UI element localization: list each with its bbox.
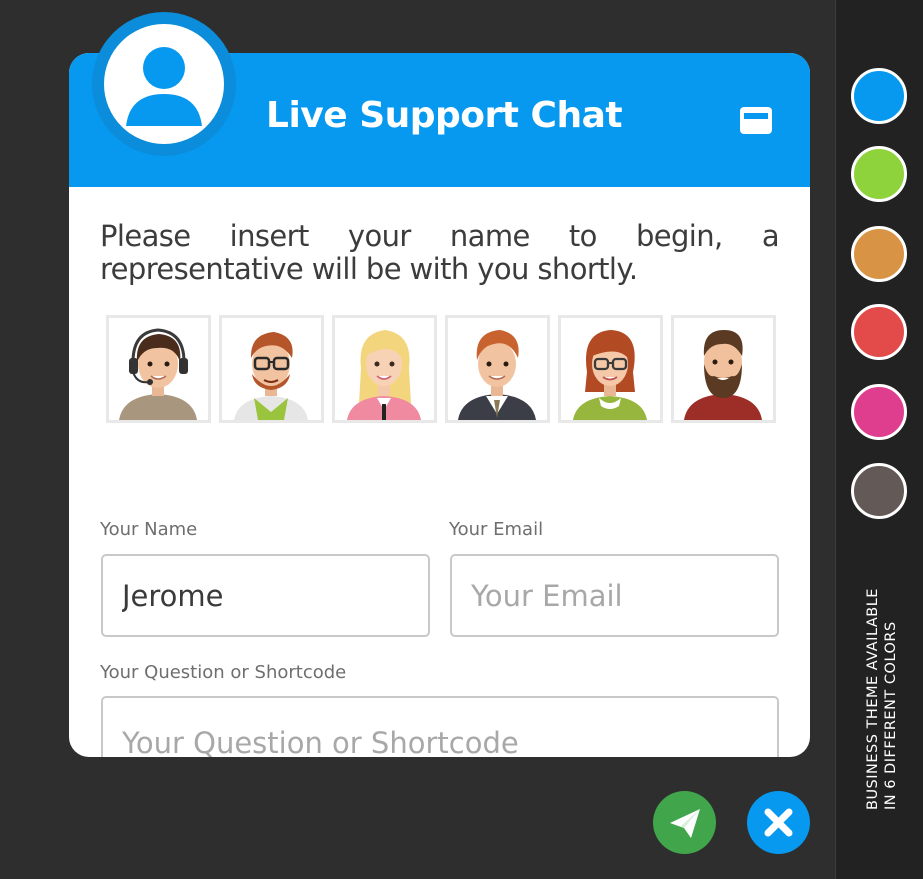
agent-bearded[interactable]	[671, 315, 776, 423]
minimize-window-icon[interactable]	[740, 107, 772, 134]
theme-color-panel: Business theme available in 6 different …	[835, 0, 923, 879]
email-field[interactable]	[450, 554, 779, 637]
name-field[interactable]	[101, 554, 430, 637]
email-label: Your Email	[449, 519, 544, 540]
theme-swatch-pink[interactable]	[851, 384, 907, 440]
chat-widget: Live Support Chat Please insert your nam…	[69, 53, 810, 757]
theme-swatch-blue[interactable]	[851, 68, 907, 124]
chat-body: Please insert your name to begin, a repr…	[69, 187, 810, 757]
agent-suit[interactable]	[445, 315, 550, 423]
send-button[interactable]	[653, 791, 716, 854]
intro-text: Please insert your name to begin, a repr…	[100, 219, 780, 286]
agent-glasses-beard[interactable]	[219, 315, 324, 423]
user-icon	[104, 24, 224, 144]
paper-plane-icon	[670, 809, 700, 838]
theme-swatch-brown[interactable]	[851, 463, 907, 519]
chat-title: Live Support Chat	[266, 95, 623, 136]
agent-headset[interactable]	[106, 315, 211, 423]
avatar	[92, 12, 236, 156]
theme-caption-line2: in 6 different colors	[883, 621, 899, 810]
theme-swatch-red[interactable]	[851, 304, 907, 360]
close-icon	[764, 808, 793, 837]
question-label: Your Question or Shortcode	[100, 662, 347, 683]
close-button[interactable]	[747, 791, 810, 854]
theme-caption: Business theme available in 6 different …	[864, 550, 900, 810]
theme-swatch-green[interactable]	[851, 146, 907, 202]
name-label: Your Name	[100, 519, 198, 540]
agent-blonde[interactable]	[332, 315, 437, 423]
question-field[interactable]	[101, 696, 779, 757]
agent-redhead-glasses[interactable]	[558, 315, 663, 423]
theme-swatch-orange[interactable]	[851, 226, 907, 282]
theme-caption-line1: Business theme available	[865, 588, 881, 810]
